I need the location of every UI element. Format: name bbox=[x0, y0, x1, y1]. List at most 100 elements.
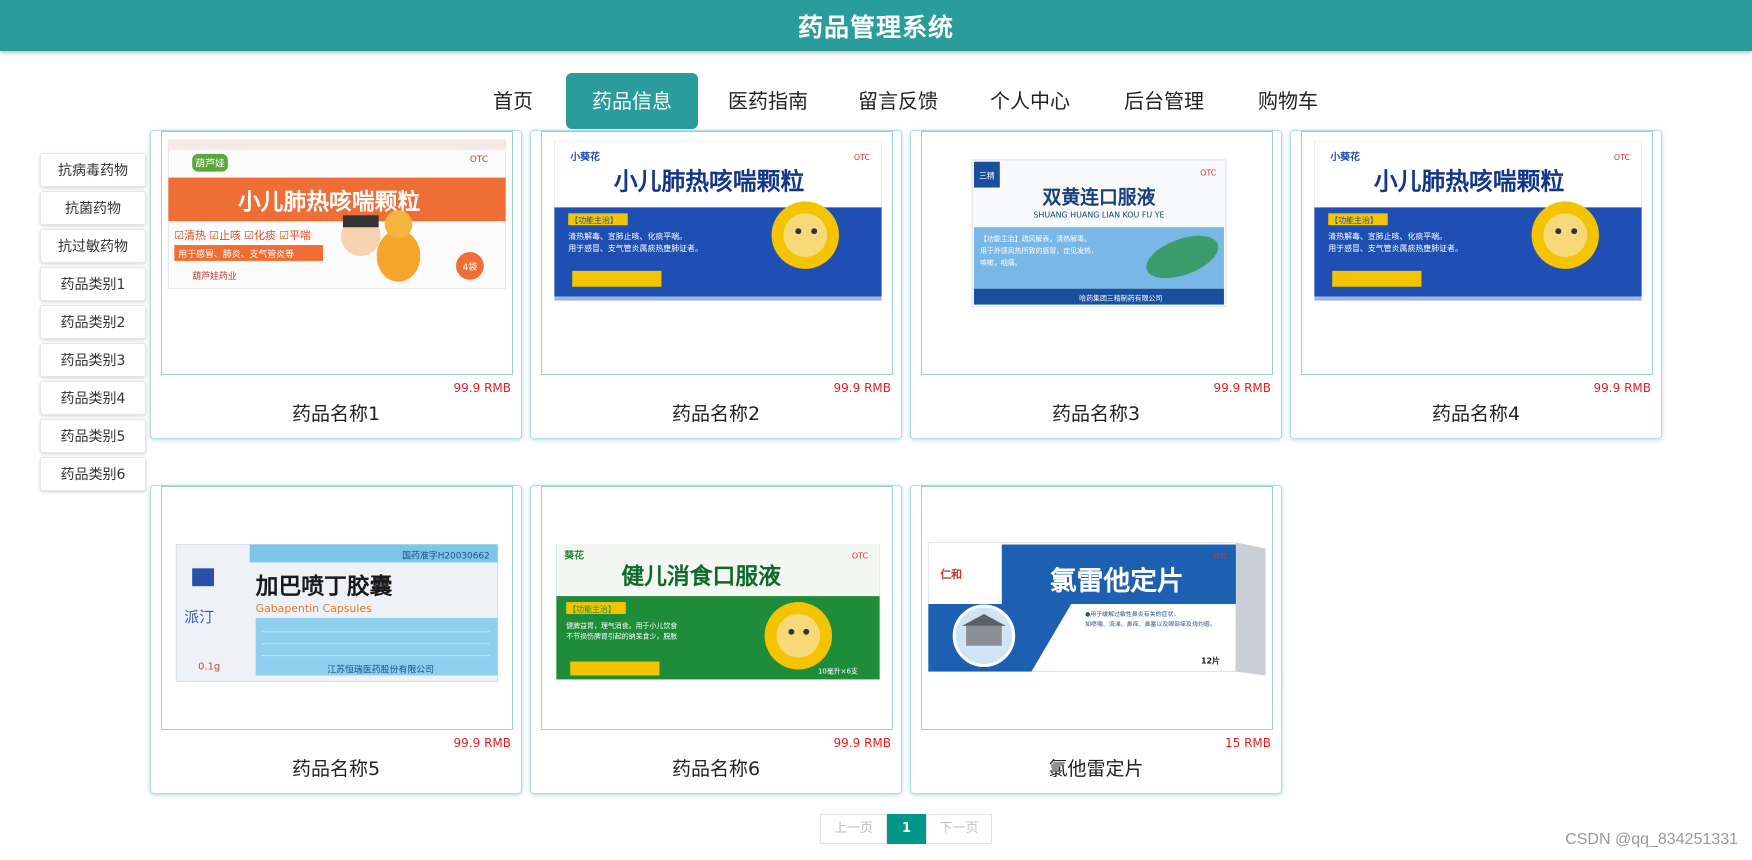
category-antiallergy[interactable]: 抗过敏药物 bbox=[40, 229, 146, 263]
product-card[interactable]: 仁和 OTC 氯雷他定片 ●用于缓解过敏性鼻炎有关的症状， 如喷嚏、流涕、鼻痒、… bbox=[910, 485, 1282, 794]
box-text-1: 健脾益胃，理气消食。用于小儿饮食 bbox=[566, 621, 677, 630]
product-card[interactable]: 小葵花 OTC 小儿肺热咳喘颗粒 【功能主治】 清热解毒、宣肺止咳、化痰平喘。 … bbox=[1290, 130, 1662, 439]
product-price: 99.9 RMB bbox=[1593, 381, 1651, 395]
box-panel: 【功能主治】 bbox=[1330, 215, 1378, 225]
otc-badge: OTC bbox=[852, 551, 869, 560]
box-maker: 哈药集团三精制药有限公司 bbox=[1079, 294, 1162, 303]
category-antiviral[interactable]: 抗病毒药物 bbox=[40, 153, 146, 187]
box-text-1: 【功能主治】疏风解表，清热解毒。 bbox=[980, 234, 1091, 243]
brand-text: 三精 bbox=[979, 171, 995, 181]
product-price: 99.9 RMB bbox=[833, 381, 891, 395]
product-image[interactable]: 小葵花 OTC 小儿肺热咳喘颗粒 【功能主治】 清热解毒、宣肺止咳、化痰平喘。 … bbox=[1301, 131, 1653, 375]
product-card[interactable]: 葵花 OTC 健儿消食口服液 【功能主治】 健脾益胃，理气消食。用于小儿饮食 不… bbox=[530, 485, 902, 794]
top-header-bar: 药品管理系统 bbox=[0, 0, 1752, 51]
product-name[interactable]: 药品名称1 bbox=[151, 397, 521, 431]
product-name[interactable]: 药品名称3 bbox=[911, 397, 1281, 431]
product-image[interactable]: 仁和 OTC 氯雷他定片 ●用于缓解过敏性鼻炎有关的症状， 如喷嚏、流涕、鼻痒、… bbox=[921, 486, 1273, 730]
brand-text: 小葵花 bbox=[1329, 150, 1360, 163]
product-grid: 葫芦娃 OTC 小儿肺热咳喘颗粒 ☑清热 ☑止咳 ☑化痰 ☑平喘 用于感冒、肺炎… bbox=[150, 130, 1662, 795]
category-2[interactable]: 药品类别2 bbox=[40, 305, 146, 339]
box-subtitle: SHUANG HUANG LIAN KOU FU YE bbox=[1033, 210, 1164, 219]
product-price: 99.9 RMB bbox=[453, 736, 511, 750]
box-title: 小儿肺热咳喘颗粒 bbox=[1374, 168, 1565, 196]
box-count: 4袋 bbox=[463, 261, 478, 273]
box-text-3: 咳嗽，咽痛。 bbox=[980, 258, 1022, 267]
box-panel: 【功能主治】 bbox=[568, 604, 616, 614]
box-title: 双黄连口服液 bbox=[1042, 185, 1155, 208]
box-count: 10毫升×6支 bbox=[818, 666, 858, 675]
product-price: 99.9 RMB bbox=[833, 736, 891, 750]
site-title: 药品管理系统 bbox=[797, 12, 954, 42]
medicine-box-1: 葫芦娃 OTC 小儿肺热咳喘颗粒 ☑清热 ☑止咳 ☑化痰 ☑平喘 用于感冒、肺炎… bbox=[162, 132, 512, 374]
nav-home[interactable]: 首页 bbox=[480, 73, 546, 129]
product-image[interactable]: 国药准字H20030662 派汀 加巴喷丁胶囊 Gabapentin Capsu… bbox=[161, 486, 513, 730]
product-price: 99.9 RMB bbox=[453, 381, 511, 395]
brand-text: 葵花 bbox=[564, 548, 584, 561]
brand-text: 葫芦娃 bbox=[195, 157, 225, 170]
otc-badge: OTC bbox=[1214, 552, 1228, 560]
otc-badge: OTC bbox=[1614, 153, 1631, 162]
box-approval: 国药准字H20030662 bbox=[402, 549, 490, 561]
watermark-text: CSDN @qq_834251331 bbox=[1565, 831, 1738, 848]
box-text-2: 不节损伤脾胃引起的纳呆食少，脘胀 bbox=[566, 632, 677, 641]
product-card[interactable]: 国药准字H20030662 派汀 加巴喷丁胶囊 Gabapentin Capsu… bbox=[150, 485, 522, 794]
medicine-box-4: 小葵花 OTC 小儿肺热咳喘颗粒 【功能主治】 清热解毒、宣肺止咳、化痰平喘。 … bbox=[1302, 132, 1652, 374]
category-antibacterial[interactable]: 抗菌药物 bbox=[40, 191, 146, 225]
product-card[interactable]: 葫芦娃 OTC 小儿肺热咳喘颗粒 ☑清热 ☑止咳 ☑化痰 ☑平喘 用于感冒、肺炎… bbox=[150, 130, 522, 439]
brand-text: 小葵花 bbox=[569, 150, 600, 163]
box-text-2: 如喷嚏、流涕、鼻痒、鼻塞以及眼部痒及烧灼感。 bbox=[1085, 620, 1216, 628]
medicine-box-6: 葵花 OTC 健儿消食口服液 【功能主治】 健脾益胃，理气消食。用于小儿饮食 不… bbox=[542, 487, 892, 729]
category-6[interactable]: 药品类别6 bbox=[40, 457, 146, 491]
box-title: 小儿肺热咳喘颗粒 bbox=[614, 168, 805, 196]
product-price: 99.9 RMB bbox=[1213, 381, 1271, 395]
medicine-box-5: 国药准字H20030662 派汀 加巴喷丁胶囊 Gabapentin Capsu… bbox=[162, 487, 512, 729]
product-name[interactable]: 药品名称5 bbox=[151, 752, 521, 786]
product-image[interactable]: 葫芦娃 OTC 小儿肺热咳喘颗粒 ☑清热 ☑止咳 ☑化痰 ☑平喘 用于感冒、肺炎… bbox=[161, 131, 513, 375]
main-nav: 首页 药品信息 医药指南 留言反馈 个人中心 后台管理 购物车 bbox=[0, 73, 1752, 129]
nav-medical-guide[interactable]: 医药指南 bbox=[718, 73, 818, 129]
otc-badge: OTC bbox=[1200, 169, 1217, 178]
category-5[interactable]: 药品类别5 bbox=[40, 419, 146, 453]
prev-page-button[interactable]: 上一页 bbox=[820, 814, 887, 844]
product-card[interactable]: 三精 OTC 双黄连口服液 SHUANG HUANG LIAN KOU FU Y… bbox=[910, 130, 1282, 439]
box-maker: 葫芦娃药业 bbox=[192, 270, 237, 282]
otc-badge: OTC bbox=[470, 155, 488, 165]
box-title: 加巴喷丁胶囊 bbox=[255, 573, 393, 600]
category-3[interactable]: 药品类别3 bbox=[40, 343, 146, 377]
current-page-button[interactable]: 1 bbox=[887, 814, 926, 844]
product-price: 15 RMB bbox=[1224, 736, 1271, 750]
product-image[interactable]: 葵花 OTC 健儿消食口服液 【功能主治】 健脾益胃，理气消食。用于小儿饮食 不… bbox=[541, 486, 893, 730]
box-text-1: ●用于缓解过敏性鼻炎有关的症状， bbox=[1085, 610, 1179, 618]
box-text-2: 用于感冒、支气管炎属痰热壅肺证者。 bbox=[1328, 243, 1463, 253]
box-note: 用于感冒、肺炎、支气管炎等 bbox=[178, 248, 294, 260]
box-maker: 江苏恒瑞医药股份有限公司 bbox=[327, 663, 434, 675]
box-text-2: 用于感冒、支气管炎属痰热壅肺证者。 bbox=[568, 243, 703, 253]
box-text-1: 清热解毒、宣肺止咳、化痰平喘。 bbox=[568, 231, 687, 241]
product-name[interactable]: 药品名称2 bbox=[531, 397, 901, 431]
box-title: 氯雷他定片 bbox=[1050, 565, 1184, 597]
product-name[interactable]: 氯他雷定片 bbox=[911, 752, 1281, 786]
box-panel: 【功能主治】 bbox=[570, 215, 618, 225]
product-image[interactable]: 小葵花 OTC 小儿肺热咳喘颗粒 【功能主治】 清热解毒、宣肺止咳、化痰平喘。 … bbox=[541, 131, 893, 375]
nav-feedback[interactable]: 留言反馈 bbox=[848, 73, 948, 129]
box-subtitle: Gabapentin Capsules bbox=[256, 602, 372, 615]
box-dose: 0.1g bbox=[198, 661, 220, 672]
product-card[interactable]: 小葵花 OTC 小儿肺热咳喘颗粒 【功能主治】 清热解毒、宣肺止咳、化痰平喘。 … bbox=[530, 130, 902, 439]
category-1[interactable]: 药品类别1 bbox=[40, 267, 146, 301]
category-4[interactable]: 药品类别4 bbox=[40, 381, 146, 415]
box-text-1: 清热解毒、宣肺止咳、化痰平喘。 bbox=[1328, 231, 1447, 241]
box-tags: ☑清热 ☑止咳 ☑化痰 ☑平喘 bbox=[174, 228, 311, 242]
brand-text: 仁和 bbox=[940, 567, 962, 581]
medicine-box-7: 仁和 OTC 氯雷他定片 ●用于缓解过敏性鼻炎有关的症状， 如喷嚏、流涕、鼻痒、… bbox=[922, 487, 1272, 729]
nav-personal-center[interactable]: 个人中心 bbox=[980, 73, 1080, 129]
otc-badge: OTC bbox=[854, 153, 871, 162]
box-count: 12片 bbox=[1201, 656, 1220, 666]
nav-drug-info[interactable]: 药品信息 bbox=[566, 73, 698, 129]
nav-cart[interactable]: 购物车 bbox=[1246, 73, 1330, 129]
product-name[interactable]: 药品名称4 bbox=[1291, 397, 1661, 431]
product-image[interactable]: 三精 OTC 双黄连口服液 SHUANG HUANG LIAN KOU FU Y… bbox=[921, 131, 1273, 375]
product-name[interactable]: 药品名称6 bbox=[531, 752, 901, 786]
next-page-button[interactable]: 下一页 bbox=[926, 814, 992, 844]
nav-admin[interactable]: 后台管理 bbox=[1114, 73, 1214, 129]
box-text-2: 用于外感风热所致的感冒，症见发热， bbox=[980, 246, 1098, 255]
